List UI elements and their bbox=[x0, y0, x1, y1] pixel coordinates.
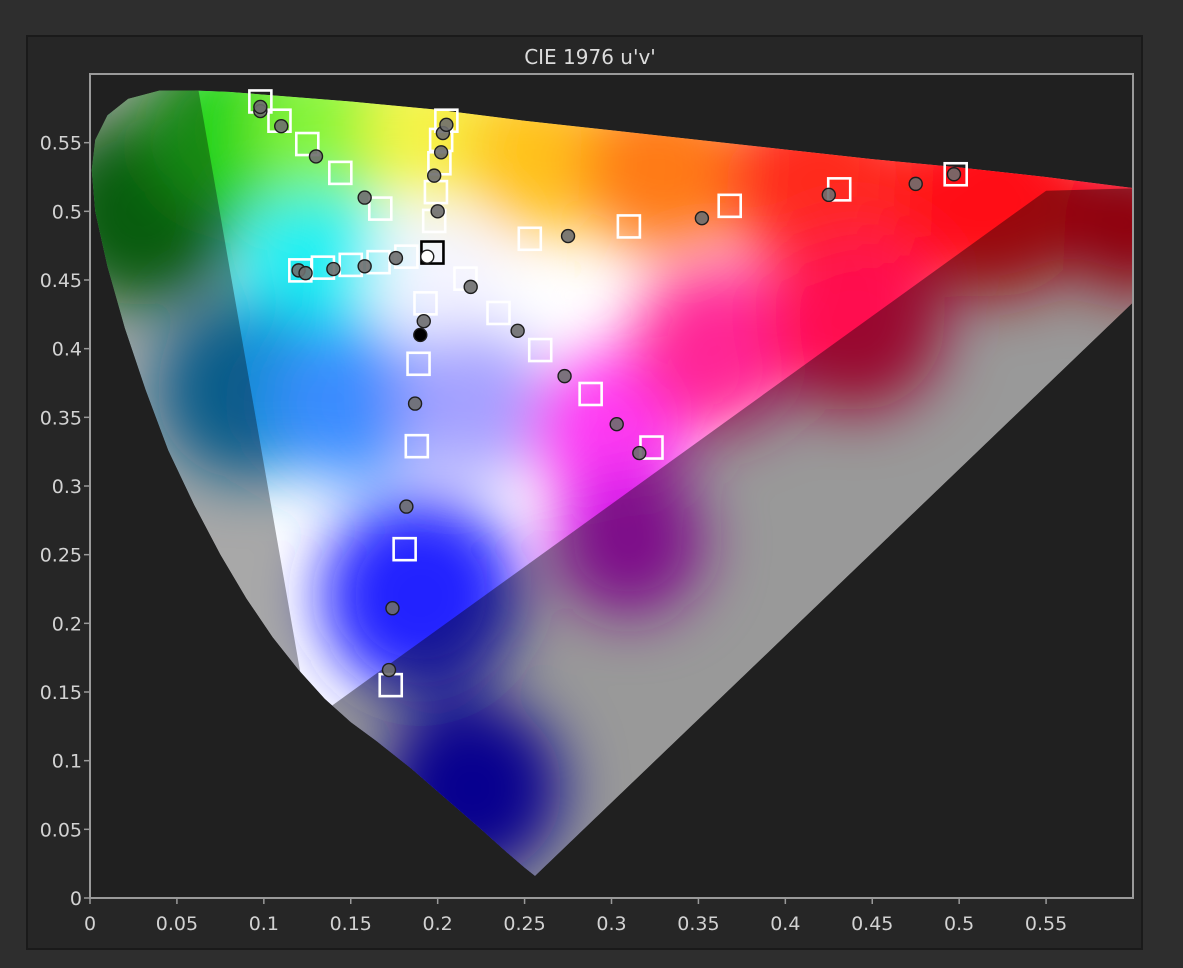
y-tick-label: 0.3 bbox=[52, 476, 82, 498]
x-tick-label: 0.25 bbox=[503, 913, 545, 935]
x-tick-label: 0.55 bbox=[1025, 913, 1067, 935]
measured-point-marker bbox=[694, 210, 710, 226]
measured-point-marker bbox=[557, 368, 572, 384]
x-tick-label: 0.1 bbox=[249, 913, 279, 935]
y-tick-label: 0.2 bbox=[52, 613, 82, 635]
measured-point-marker bbox=[388, 250, 404, 266]
y-tick-label: 0.45 bbox=[40, 270, 82, 292]
measured-point-marker bbox=[560, 228, 576, 244]
measured-point-marker bbox=[430, 204, 445, 219]
y-tick-label: 0.5 bbox=[52, 201, 82, 223]
measured-point-marker bbox=[908, 176, 923, 192]
measured-point-marker bbox=[463, 279, 478, 295]
measured-point-marker bbox=[357, 190, 372, 205]
x-tick-label: 0.15 bbox=[330, 913, 372, 935]
measured-point-marker bbox=[385, 601, 400, 616]
measured-point-marker bbox=[416, 314, 431, 329]
measured-point-marker bbox=[253, 99, 268, 115]
measured-point-marker bbox=[433, 145, 449, 160]
x-tick-label: 0.35 bbox=[677, 913, 719, 935]
measured-point-marker bbox=[308, 149, 324, 164]
measured-point-marker bbox=[381, 662, 397, 678]
y-tick-label: 0.35 bbox=[40, 407, 82, 429]
y-tick-label: 0 bbox=[70, 888, 82, 910]
y-tick-label: 0.4 bbox=[52, 339, 82, 361]
measured-point-marker bbox=[439, 117, 454, 133]
measured-point-marker bbox=[420, 249, 435, 264]
x-tick-label: 0.3 bbox=[596, 913, 626, 935]
x-tick-label: 0.2 bbox=[423, 913, 453, 935]
x-tick-label: 0.5 bbox=[944, 913, 974, 935]
measured-point-marker bbox=[609, 417, 624, 432]
x-tick-label: 0.45 bbox=[851, 913, 893, 935]
measured-point-marker bbox=[821, 187, 836, 203]
chart-root: CIE 1976 u'v' 0 0.05 0.1 0.15 0.2 0.25 0.3 0.35… bbox=[0, 0, 1183, 968]
measured-point-marker bbox=[298, 265, 313, 281]
y-tick-label: 0.15 bbox=[40, 682, 82, 704]
measured-point-marker bbox=[407, 396, 423, 411]
measured-point-marker bbox=[413, 327, 428, 343]
x-tick-label: 0.05 bbox=[156, 913, 198, 935]
x-tick-label: 0 bbox=[84, 913, 96, 935]
chart-title: CIE 1976 u'v' bbox=[524, 45, 656, 69]
measured-point-marker bbox=[946, 167, 962, 182]
y-tick-label: 0.25 bbox=[40, 545, 82, 567]
y-tick-label: 0.55 bbox=[40, 133, 82, 155]
gamut-color-blob bbox=[372, 215, 503, 345]
y-tick-label: 0.1 bbox=[52, 751, 82, 773]
measured-point-marker bbox=[632, 445, 647, 461]
measured-point-marker bbox=[326, 261, 341, 277]
measured-point-marker bbox=[357, 259, 372, 274]
measured-point-marker bbox=[274, 118, 289, 134]
x-tick-label: 0.4 bbox=[770, 913, 800, 935]
measured-point-marker bbox=[426, 168, 442, 183]
measured-point-marker bbox=[510, 323, 525, 339]
y-tick-label: 0.05 bbox=[40, 819, 82, 841]
measured-point-marker bbox=[399, 499, 414, 514]
